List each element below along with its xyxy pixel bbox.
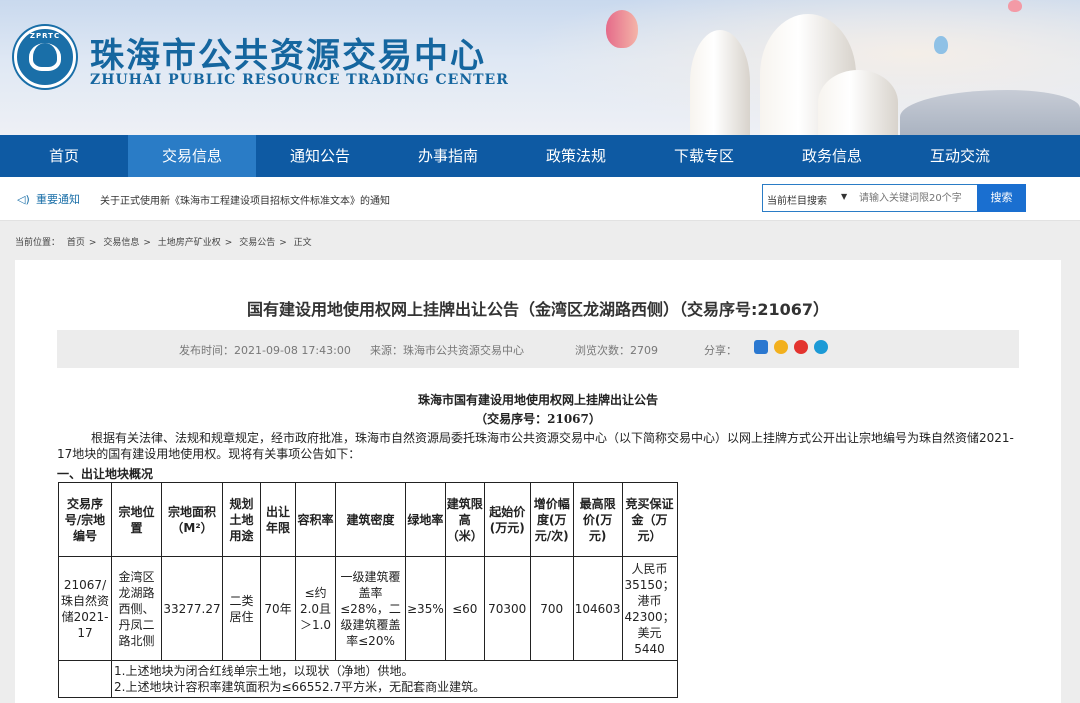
article-meta-bar: 发布时间：2021-09-08 17:43:00 来源：珠海市公共资源交易中心 … — [57, 330, 1019, 368]
caret-down-icon[interactable]: ▼ — [841, 192, 847, 201]
balloon-decoration — [1008, 0, 1022, 12]
table-row: 21067/珠自然资储2021-17 金湾区龙湖路西侧、丹凤二路北侧 33277… — [58, 556, 678, 661]
balloon-decoration — [606, 10, 638, 48]
article-source: 来源：珠海市公共资源交易中心 — [370, 344, 524, 357]
nav-item-service-guide[interactable]: 办事指南 — [384, 135, 512, 177]
table-cell — [58, 660, 112, 698]
nav-item-announcements[interactable]: 通知公告 — [256, 135, 384, 177]
chevron-right-icon: > — [143, 238, 151, 248]
chevron-right-icon: > — [88, 238, 97, 248]
document-subtitle: （交易序号：21067） — [475, 412, 601, 426]
notice-label: 重要通知 — [36, 193, 80, 206]
search-button[interactable]: 搜索 — [977, 184, 1026, 212]
table-cell: 一级建筑覆盖率≤28%，二级建筑覆盖率≤20% — [335, 556, 406, 661]
search-box: 当前栏目搜索 ▼ 搜索 — [762, 184, 1026, 212]
breadcrumb: 当前位置： 首页 > 交易信息 > 土地房产矿业权 > 交易公告 > 正文 — [15, 235, 316, 248]
nav-item-policies[interactable]: 政策法规 — [512, 135, 640, 177]
table-header: 起始价(万元) — [483, 482, 531, 557]
table-notes-row: 1.上述地块为闭合红线单宗土地，以现状（净地）供地。 2.上述地块计容积率建筑面… — [58, 660, 678, 698]
table-cell: 70年 — [260, 556, 296, 661]
main-nav: 首页 交易信息 通知公告 办事指南 政策法规 下载专区 政务信息 互动交流 — [0, 135, 1080, 177]
chevron-right-icon: > — [279, 238, 287, 248]
nav-item-trading-info[interactable]: 交易信息 — [128, 135, 256, 177]
table-header: 规划土地用途 — [222, 482, 261, 557]
table-header: 宗地位置 — [111, 482, 162, 557]
opera-house-decoration — [818, 70, 898, 135]
table-header: 最高限价(万元) — [572, 482, 623, 557]
table-cell: ≤60 — [444, 556, 485, 661]
breadcrumb-item-land[interactable]: 土地房产矿业权 — [158, 238, 221, 248]
document-paragraph: 根据有关法律、法规和规章规定，经市政府批准，珠海市自然资源局委托珠海市公共资源交… — [57, 431, 1014, 461]
site-header: ZPRTC 珠海市公共资源交易中心 ZHUHAI PUBLIC RESOURCE… — [0, 0, 1080, 135]
nav-item-interaction[interactable]: 互动交流 — [896, 135, 1024, 177]
site-title: 珠海市公共资源交易中心 — [90, 36, 486, 76]
share-favorite-icon[interactable] — [774, 340, 788, 354]
table-header: 竞买保证金（万元） — [621, 482, 678, 557]
article-title: 国有建设用地使用权网上挂牌出让公告（金湾区龙湖路西侧）（交易序号:21067） — [246, 300, 830, 319]
table-header: 绿地率 — [405, 482, 446, 557]
opera-house-decoration — [690, 30, 750, 135]
note-line: 2.上述地块计容积率建筑面积为≤66552.7平方米，无配套商业建筑。 — [114, 680, 486, 694]
breadcrumb-item-current: 正文 — [293, 238, 312, 248]
table-cell: 70300 — [483, 556, 531, 661]
table-header: 建筑密度 — [335, 482, 406, 557]
share-qzone-icon[interactable] — [754, 340, 768, 354]
table-header: 容积率 — [295, 482, 336, 557]
table-cell: 104603 — [572, 556, 623, 661]
share-other-icon[interactable] — [814, 340, 828, 354]
nav-item-downloads[interactable]: 下载专区 — [640, 135, 768, 177]
table-cell: 二类居住 — [222, 556, 261, 661]
breadcrumb-item-trading-info[interactable]: 交易信息 — [103, 238, 139, 248]
chevron-right-icon: > — [224, 238, 233, 248]
balloon-decoration — [934, 36, 948, 54]
table-header-row: 交易序号/宗地编号 宗地位置 宗地面积（M²） 规划土地用途 出让年限 容积率 … — [58, 482, 678, 557]
table-header: 宗地面积（M²） — [161, 482, 223, 557]
article-panel: 国有建设用地使用权网上挂牌出让公告（金湾区龙湖路西侧）（交易序号:21067） … — [15, 260, 1061, 703]
nav-item-home[interactable]: 首页 — [0, 135, 128, 177]
note-line: 1.上述地块为闭合红线单宗土地，以现状（净地）供地。 — [114, 664, 414, 678]
nav-item-gov-info[interactable]: 政务信息 — [768, 135, 896, 177]
table-header: 出让年限 — [260, 482, 296, 557]
breadcrumb-item-announcements[interactable]: 交易公告 — [239, 238, 275, 248]
view-count: 浏览次数：2709 — [575, 344, 658, 357]
table-cell: ≥35% — [405, 556, 446, 661]
section-heading: 一、出让地块概况 — [57, 467, 154, 481]
table-header: 建筑限高（米） — [444, 482, 485, 557]
site-subtitle: ZHUHAI PUBLIC RESOURCE TRADING CENTER — [90, 72, 509, 88]
speaker-icon: ◁) — [17, 193, 30, 206]
table-cell: 700 — [529, 556, 574, 661]
table-cell: 金湾区龙湖路西侧、丹凤二路北侧 — [111, 556, 162, 661]
logo-mark-icon — [29, 43, 61, 71]
share-label: 分享： — [704, 344, 737, 357]
publish-time: 发布时间：2021-09-08 17:43:00 — [179, 344, 351, 357]
table-header: 增价幅度(万元/次) — [529, 482, 574, 557]
document-title: 珠海市国有建设用地使用权网上挂牌出让公告 — [417, 393, 658, 407]
table-header: 交易序号/宗地编号 — [58, 482, 112, 557]
table-notes-cell: 1.上述地块为闭合红线单宗土地，以现状（净地）供地。 2.上述地块计容积率建筑面… — [111, 660, 678, 698]
search-input[interactable] — [859, 189, 977, 207]
table-cell: 33277.27 — [161, 556, 223, 661]
table-cell: 21067/珠自然资储2021-17 — [58, 556, 112, 661]
breadcrumb-prefix: 当前位置： — [15, 238, 61, 248]
share-weibo-icon[interactable] — [794, 340, 808, 354]
table-cell: ≤约2.0且＞1.0 — [295, 556, 336, 661]
notice-link[interactable]: 关于正式使用新《珠海市工程建设项目招标文件标准文本》的通知 — [100, 192, 390, 207]
site-logo[interactable]: ZPRTC — [14, 26, 76, 88]
logo-abbreviation: ZPRTC — [29, 32, 61, 40]
land-parcel-table: 交易序号/宗地编号 宗地位置 宗地面积（M²） 规划土地用途 出让年限 容积率 … — [58, 482, 678, 698]
table-cell: 人民币35150；港币42300；美元5440 — [621, 556, 678, 661]
breadcrumb-item-home[interactable]: 首页 — [67, 238, 85, 248]
search-scope-select[interactable]: 当前栏目搜索 — [767, 192, 827, 207]
